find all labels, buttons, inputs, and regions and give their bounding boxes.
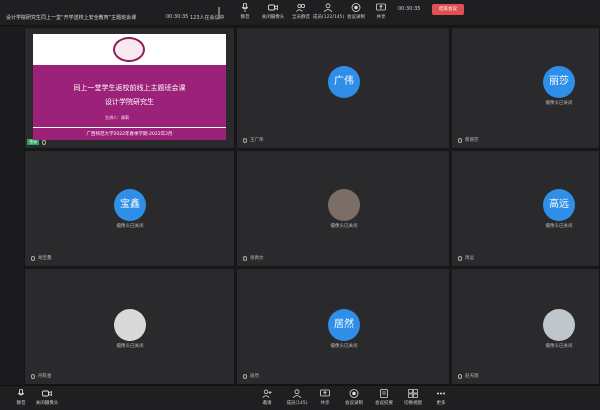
participant-name: 蔡丽莎 — [458, 137, 479, 143]
participant-tile[interactable]: 高远 摄像头已关闭 周远 — [451, 150, 600, 267]
mic-icon — [458, 255, 462, 261]
participant-name: 居然 — [243, 373, 259, 379]
camera-off-label: 摄像头已关闭 — [545, 344, 573, 349]
bottom-toolbar: 静音 关闭摄像头 邀请 成员(145) 共享 会议录制 会议纪要 切换视图 更多 — [0, 385, 600, 410]
invite-icon — [262, 389, 272, 398]
top-share-label: 共享 — [376, 15, 386, 20]
participant-name: 丹陈金 — [31, 373, 52, 379]
meeting-elapsed-time: 00:30:35 — [166, 14, 189, 20]
record-icon — [349, 389, 359, 398]
slide-footer: 广西师范大学2022年春季学期-2022年2月 — [33, 127, 226, 140]
camera-off-label: 摄像头已关闭 — [545, 101, 573, 106]
camera-icon — [42, 390, 52, 397]
top-members-label: 成员(122/145) — [313, 15, 345, 20]
participant-name-text: 周远 — [465, 256, 474, 261]
avatar: 广伟 — [328, 66, 360, 98]
mic-icon — [458, 373, 462, 379]
more-icon — [437, 392, 445, 395]
mic-icon — [243, 137, 247, 143]
participant-name-text: 居然 — [250, 374, 259, 379]
top-toolbar: 设计学院研究生同上一堂“开学送校上安全教育”主题班会课 00:30:35 123… — [0, 0, 600, 26]
members-icon — [323, 3, 333, 12]
top-mute-button[interactable]: 静音 — [230, 2, 260, 24]
camera-off-label: 摄像头已关闭 — [330, 344, 358, 349]
camera-off-label: 摄像头已关闭 — [330, 224, 358, 229]
mic-icon — [241, 3, 249, 12]
avatar: 高远 — [543, 189, 575, 221]
more-button[interactable]: 更多 — [424, 388, 458, 410]
participant-name-text: 赵天翔 — [465, 374, 479, 379]
slide-subtitle: 设计学院研究生 — [105, 98, 154, 106]
participant-tile[interactable]: 摄像头已关闭 丹陈金 — [24, 268, 235, 385]
top-members-button[interactable]: 成员(122/145) — [313, 2, 345, 24]
invite-button[interactable]: 邀请 — [250, 388, 284, 410]
minutes-icon — [380, 389, 388, 398]
mic-icon — [42, 139, 46, 145]
shared-slide: 同上一堂学生返校前线上主题班会课 设计学院研究生 主讲人：周莉 广西师范大学20… — [33, 34, 226, 140]
mic-icon — [17, 389, 25, 396]
university-logo — [113, 37, 145, 62]
mic-icon — [31, 373, 35, 379]
participant-name: 胡宝鑫 — [31, 255, 52, 261]
participant-tile[interactable]: 丽莎 摄像头已关闭 蔡丽莎 — [451, 27, 600, 149]
record-label: 会议录制 — [345, 401, 363, 406]
avatar-photo — [114, 309, 146, 341]
record-button[interactable]: 会议录制 — [337, 388, 371, 410]
slide-title: 同上一堂学生返校前线上主题班会课 — [73, 84, 186, 92]
slide-band — [33, 65, 226, 127]
record-icon — [351, 3, 361, 12]
camera-icon — [268, 4, 278, 11]
mic-icon — [243, 255, 247, 261]
avatar-photo — [543, 309, 575, 341]
top-mute-label: 静音 — [240, 15, 250, 20]
camera-off-label: 摄像头已关闭 — [116, 224, 144, 229]
participant-name-text: 胡宝鑫 — [38, 256, 52, 261]
share-icon — [376, 3, 386, 11]
more-label: 更多 — [436, 401, 446, 406]
participant-tile[interactable]: 摄像头已关闭 赵天翔 — [451, 268, 600, 385]
mute-all-label: 全员静音 — [292, 15, 310, 20]
meeting-clock: 00:30:35 — [398, 6, 421, 12]
end-meeting-button[interactable]: 结束会议 — [432, 4, 464, 15]
top-camera-button[interactable]: 关闭摄像头 — [258, 2, 288, 24]
share-icon — [320, 389, 330, 397]
avatar: 居然 — [328, 309, 360, 341]
participant-name: 周远 — [458, 255, 474, 261]
participant-tile[interactable]: 宝鑫 摄像头已关闭 胡宝鑫 — [24, 150, 235, 267]
participant-tile[interactable]: 摄像头已关闭 张佩文 — [236, 150, 450, 267]
camera-off-label: 摄像头已关闭 — [116, 344, 144, 349]
top-camera-label: 关闭摄像头 — [261, 15, 285, 20]
avatar: 丽莎 — [543, 66, 575, 98]
participant-name: 赵天翔 — [458, 373, 479, 379]
drag-handle[interactable] — [218, 7, 220, 19]
participant-name-text: 蔡丽莎 — [465, 138, 479, 143]
top-share-button[interactable]: 共享 — [366, 2, 396, 24]
camera-button[interactable]: 关闭摄像头 — [30, 388, 64, 410]
participant-tile[interactable]: 广伟 王广伟 — [236, 27, 450, 149]
participant-name-text: 王广伟 — [250, 138, 264, 143]
avatar-photo — [328, 189, 360, 221]
camera-label: 关闭摄像头 — [35, 401, 59, 406]
mic-icon — [243, 373, 247, 379]
participant-name-text: 丹陈金 — [38, 374, 52, 379]
participant-tile[interactable]: 居然 摄像头已关闭 居然 — [236, 268, 450, 385]
participant-name-text: 张佩文 — [250, 256, 264, 261]
slide-speaker: 主讲人：周莉 — [105, 115, 129, 120]
camera-off-label: 摄像头已关闭 — [545, 224, 573, 229]
mute-all-icon — [296, 3, 306, 12]
mic-icon — [458, 137, 462, 143]
members-icon — [292, 389, 302, 398]
mute-all-button[interactable]: 全员静音 — [286, 2, 316, 24]
mic-icon — [31, 255, 35, 261]
avatar: 宝鑫 — [114, 189, 146, 221]
meeting-title: 设计学院研究生同上一堂“开学送校上安全教育”主题班会课 — [6, 15, 137, 21]
view-icon — [408, 389, 418, 398]
participant-name: 王广伟 — [243, 137, 264, 143]
invite-label: 邀请 — [262, 401, 272, 406]
participant-name: 张佩文 — [243, 255, 264, 261]
